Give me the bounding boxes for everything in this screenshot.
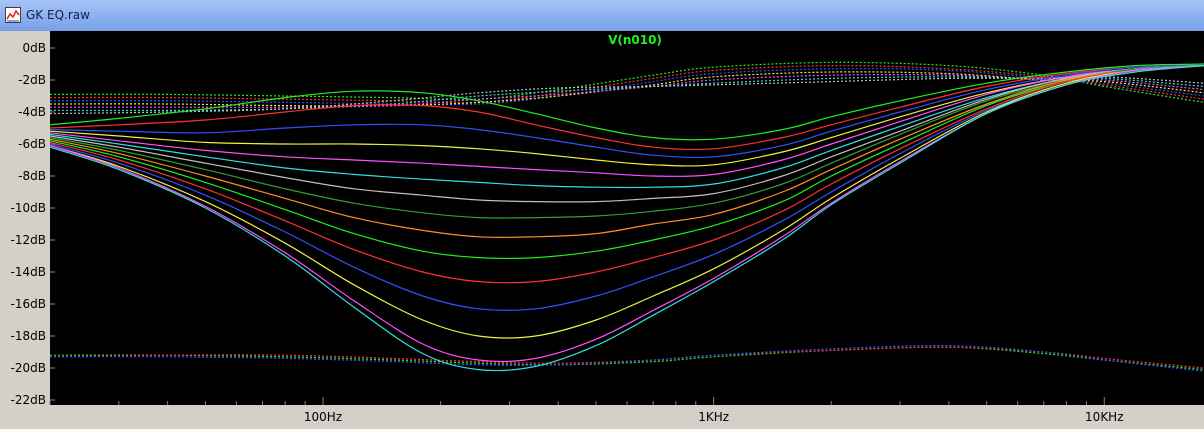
y-tick-label: -4dB	[18, 105, 46, 119]
y-tick-label: -20dB	[11, 361, 46, 375]
x-tick-label: 1KHz	[698, 410, 729, 424]
y-tick-label: -10dB	[11, 201, 46, 215]
bode-plot[interactable]: 0dB -2dB -4dB -6dB -8dB -10dB -12dB -14dB -16dB -…	[0, 31, 1204, 429]
y-tick-label: -6dB	[18, 137, 46, 151]
y-tick-label: -14dB	[11, 265, 46, 279]
x-tick-label: 10KHz	[1085, 410, 1123, 424]
y-tick-label: 0dB	[23, 41, 46, 55]
window-titlebar[interactable]: GK EQ.raw	[0, 0, 1204, 31]
window-title: GK EQ.raw	[26, 8, 90, 22]
y-tick-label: -12dB	[11, 233, 46, 247]
y-tick-label: -22dB	[11, 393, 46, 407]
y-tick-label: -2dB	[18, 73, 46, 87]
x-tick-label: 100Hz	[304, 410, 342, 424]
y-tick-label: -16dB	[11, 297, 46, 311]
chart-window-icon	[5, 7, 21, 23]
y-tick-label: -8dB	[18, 169, 46, 183]
chart-window: GK EQ.raw 0dB -2dB -4dB -6dB -8dB -10dB -12dB -…	[0, 0, 1204, 429]
y-tick-label: -18dB	[11, 329, 46, 343]
trace-name-label[interactable]: V(n010)	[608, 33, 662, 47]
